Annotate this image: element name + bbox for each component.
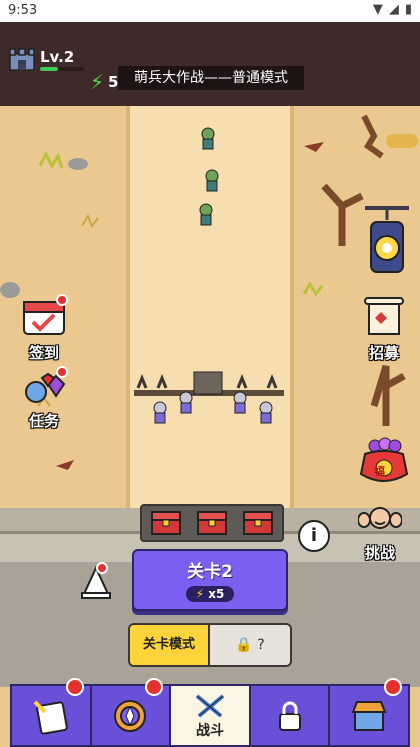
signin-label: 签到 xyxy=(28,344,59,362)
notification-dot xyxy=(56,294,68,306)
stage-mode-tab[interactable]: 关卡模式 xyxy=(130,625,210,665)
notification-dot xyxy=(383,678,402,696)
signal-icon: ◢ xyxy=(388,2,399,17)
tab-shop[interactable] xyxy=(328,678,410,747)
status-time: 9:53 xyxy=(8,3,38,18)
notification-dot xyxy=(145,678,164,696)
chest-icon[interactable] xyxy=(242,510,274,536)
cone-button[interactable] xyxy=(80,562,114,602)
defender-knight xyxy=(153,401,167,424)
scroll-icon xyxy=(364,297,404,335)
bottom-nav: 战斗 xyxy=(10,678,410,747)
notification-dot xyxy=(65,678,84,696)
lucky-bag-button[interactable]: 福 xyxy=(356,436,412,490)
notification-dot xyxy=(96,562,108,574)
stage-cost: ⚡ x5 xyxy=(185,586,235,602)
level-progress-bar xyxy=(40,67,84,71)
lantern-icon xyxy=(365,206,409,273)
tab-locked[interactable] xyxy=(248,684,329,747)
castle-icon xyxy=(9,48,35,71)
energy-icon: ⚡ xyxy=(90,70,105,94)
tab-battle-label: 战斗 xyxy=(195,722,224,739)
enemy-zombie xyxy=(205,169,219,192)
stage-cost-value: x5 xyxy=(208,587,225,601)
tab-battle[interactable]: 战斗 xyxy=(169,684,249,747)
chest-tray xyxy=(140,504,284,542)
lucky-bag-label: 福 xyxy=(374,465,385,478)
stage-start-button[interactable]: 关卡2 ⚡ x5 xyxy=(132,549,288,611)
lock-icon: 🔒 xyxy=(235,637,253,653)
mode-title-banner: 萌兵大作战——普通模式 xyxy=(118,66,304,90)
mode-selector: 关卡模式 🔒 ? xyxy=(128,623,292,667)
chest-icon[interactable] xyxy=(196,510,228,536)
info-icon: i xyxy=(310,525,318,546)
lantern-button[interactable] xyxy=(358,204,416,288)
energy-value: 5 xyxy=(108,73,119,91)
tasks-label: 任务 xyxy=(28,412,59,430)
locked-mode-tab[interactable]: 🔒 ? xyxy=(210,625,290,665)
swords-icon xyxy=(195,693,225,718)
info-button[interactable]: i xyxy=(298,520,330,552)
enemy-zombie xyxy=(199,203,213,226)
tasks-button[interactable]: 任务 xyxy=(18,366,70,431)
defender-knight xyxy=(233,391,247,414)
heroes-icon xyxy=(33,700,68,735)
tab-heroes[interactable] xyxy=(10,678,90,747)
challenge-label: 挑战 xyxy=(364,544,395,562)
chest-icon[interactable] xyxy=(150,510,182,536)
shop-icon xyxy=(351,700,387,731)
recruit-button[interactable]: 招募 xyxy=(356,296,412,363)
enemy-zombie xyxy=(201,127,215,150)
strong-arm-icon xyxy=(357,507,403,529)
defender-knight xyxy=(179,391,193,414)
player-level: Lv.2 xyxy=(40,48,75,66)
tab-explore[interactable] xyxy=(89,678,170,747)
status-bar: 9:53 ▼ ◢ ▮ xyxy=(0,0,420,22)
challenge-button[interactable]: 挑战 xyxy=(352,504,408,563)
notification-dot xyxy=(56,366,68,378)
battery-icon: ▮ xyxy=(404,2,412,17)
wifi-icon: ▼ xyxy=(372,2,383,17)
defender-knight xyxy=(259,401,273,424)
lock-icon xyxy=(278,701,301,731)
recruit-label: 招募 xyxy=(368,344,399,362)
signin-button[interactable]: 签到 xyxy=(16,294,72,363)
stage-title: 关卡2 xyxy=(187,562,233,582)
locked-mode-label: ? xyxy=(257,637,265,653)
bolt-icon: ⚡ xyxy=(195,587,205,601)
compass-icon xyxy=(114,699,147,732)
